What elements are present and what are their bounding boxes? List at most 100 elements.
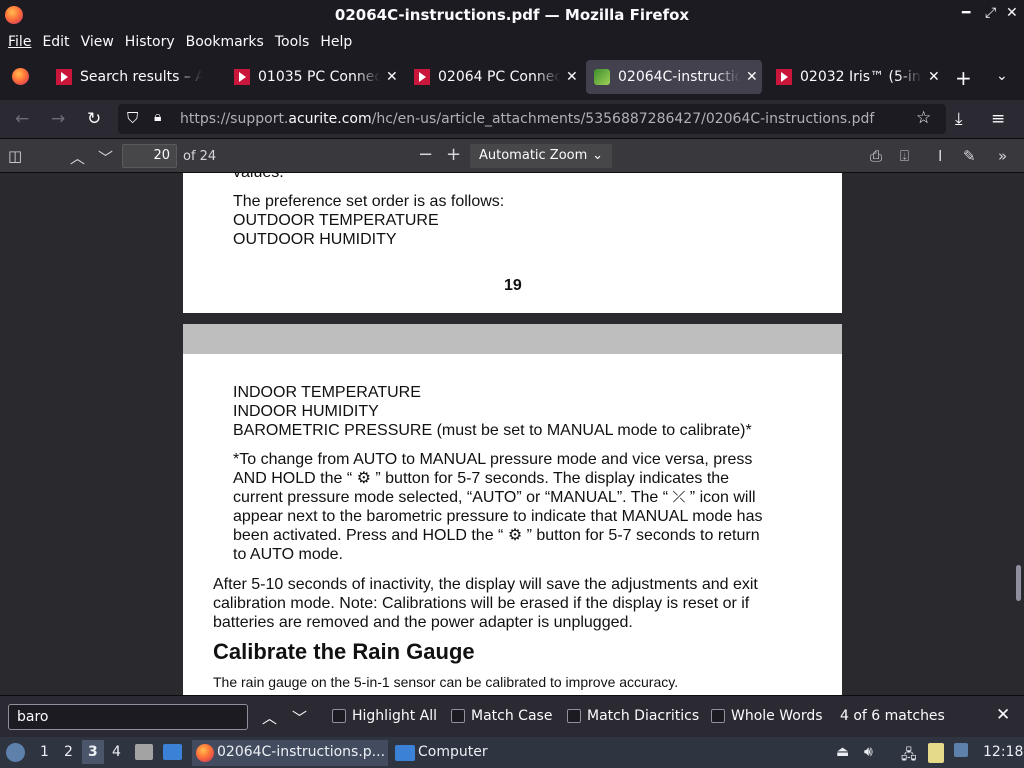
highlight-all-checkbox[interactable]: Highlight All [332, 708, 437, 724]
zoom-in-icon[interactable]: + [446, 144, 461, 165]
close-tab-icon[interactable]: ✕ [386, 69, 398, 85]
find-result-count: 4 of 6 matches [840, 708, 945, 724]
tab-02064c-instructions[interactable]: 02064C-instruction ✕ [586, 60, 762, 94]
workspace-2[interactable]: 2 [64, 744, 73, 760]
title-bar: 02064C-instructions.pdf — Mozilla Firefo… [0, 0, 1024, 30]
page-text: values. [233, 173, 284, 182]
previous-page-icon[interactable]: ︿ [70, 147, 85, 168]
back-icon[interactable]: ← [15, 109, 29, 129]
page-text: OUTDOOR HUMIDITY [233, 231, 397, 248]
tracking-shield-icon[interactable]: ⛉ [127, 109, 138, 127]
start-menu-icon[interactable] [6, 743, 25, 762]
volume-icon[interactable]: 🔊︎ [864, 744, 873, 760]
window-title: 02064C-instructions.pdf — Mozilla Firefo… [334, 6, 690, 24]
page-text: *To change from AUTO to MANUAL pressure … [233, 451, 753, 468]
new-tab-icon[interactable]: + [955, 66, 972, 90]
bookmark-star-icon[interactable]: ☆ [916, 108, 931, 128]
pdf-toolbar: ◫ ︿ ﹀ 20 of 24 − + Automatic Zoom ⌄ ⎙ ⍗ … [0, 138, 1024, 173]
page-text: been activated. Press and HOLD the “ ⚙ ”… [233, 527, 760, 544]
menu-history[interactable]: History [125, 34, 175, 50]
list-tabs-icon[interactable]: ⌄ [996, 68, 1008, 84]
menu-edit[interactable]: Edit [42, 34, 69, 50]
url-text[interactable]: https://support.acurite.com/hc/en-us/art… [180, 111, 874, 127]
close-tab-icon[interactable]: ✕ [928, 69, 940, 85]
page-number-label: 19 [504, 277, 522, 294]
match-diacritics-checkbox[interactable]: Match Diacritics [567, 708, 699, 724]
pdf-page-20: INDOOR TEMPERATURE INDOOR HUMIDITY BAROM… [183, 324, 842, 695]
taskbar-computer-window[interactable]: Computer [393, 740, 503, 766]
match-case-checkbox[interactable]: Match Case [451, 708, 552, 724]
update-icon[interactable] [954, 743, 968, 757]
menu-bar: File Edit View History Bookmarks Tools H… [0, 30, 1024, 54]
restore-icon[interactable]: ⤢ [985, 5, 996, 21]
workspace-1[interactable]: 1 [40, 744, 49, 760]
clipboard-icon[interactable] [928, 743, 944, 763]
close-window-icon[interactable]: ✕ [1006, 5, 1018, 21]
text-cursor-icon[interactable]: I [938, 147, 942, 165]
firefox-icon [196, 744, 214, 762]
tools-overflow-icon[interactable]: » [998, 147, 1007, 165]
address-bar[interactable]: ⛉ 🔒︎ https://support.acurite.com/hc/en-u… [118, 104, 946, 134]
network-icon[interactable]: 🖧 [901, 744, 917, 768]
menu-bookmarks[interactable]: Bookmarks [186, 34, 264, 50]
eject-icon[interactable]: ⏏ [836, 744, 849, 760]
page-text: After 5-10 seconds of inactivity, the di… [213, 576, 758, 593]
checkbox[interactable] [567, 709, 581, 723]
menu-view[interactable]: View [81, 34, 114, 50]
clock: 12:18 [983, 744, 1024, 760]
menu-file[interactable]: File [8, 34, 31, 50]
navigation-bar: ← → ↻ ⛉ 🔒︎ https://support.acurite.com/h… [0, 100, 1024, 138]
find-next-icon[interactable]: ﹀ [292, 707, 307, 728]
tab-01035[interactable]: 01035 PC Connect ✕ [226, 60, 402, 94]
page-text: The rain gauge on the 5-in-1 sensor can … [213, 674, 679, 690]
leaf-icon [594, 69, 610, 85]
page-header-band [183, 324, 842, 354]
page-number-input[interactable]: 20 [122, 144, 177, 168]
computer-icon [395, 745, 415, 761]
zoom-select[interactable]: Automatic Zoom ⌄ [470, 144, 612, 168]
menu-help[interactable]: Help [320, 34, 352, 50]
close-tab-icon[interactable]: ✕ [566, 69, 578, 85]
workspace-3[interactable]: 3 [82, 740, 104, 764]
desktop-icon[interactable] [163, 744, 182, 760]
page-text: appear next to the barometric pressure t… [233, 508, 763, 525]
checkbox[interactable] [711, 709, 725, 723]
page-text: OUTDOOR TEMPERATURE [233, 212, 439, 229]
downloads-icon[interactable]: ⤓ [955, 109, 963, 129]
scrollbar-thumb[interactable] [1016, 565, 1021, 601]
workspace-4[interactable]: 4 [112, 744, 121, 760]
tab-02064[interactable]: 02064 PC Connect ✕ [406, 60, 582, 94]
draw-icon[interactable]: ✎ [963, 147, 976, 165]
minimize-icon[interactable]: ━ [962, 5, 970, 21]
files-icon[interactable] [135, 744, 153, 760]
tab-search-results[interactable]: Search results – Ac [48, 60, 224, 94]
pdf-viewer[interactable]: values. The preference set order is as f… [0, 173, 1024, 695]
checkbox[interactable] [332, 709, 346, 723]
close-find-bar-icon[interactable]: ✕ [996, 705, 1010, 725]
reload-icon[interactable]: ↻ [87, 109, 101, 129]
sidebar-toggle-icon[interactable]: ◫ [8, 147, 22, 165]
lock-icon[interactable]: 🔒︎ [154, 109, 161, 125]
close-tab-icon[interactable]: ✕ [746, 69, 758, 85]
tab-02032-iris[interactable]: 02032 Iris™ (5-in- ✕ [768, 60, 944, 94]
page-text: calibration mode. Note: Calibrations wil… [213, 595, 750, 612]
firefox-view-icon[interactable] [12, 68, 29, 85]
save-icon[interactable]: ⍗ [900, 147, 909, 165]
print-icon[interactable]: ⎙ [870, 147, 882, 165]
page-text: The preference set order is as follows: [233, 193, 505, 210]
checkbox[interactable] [451, 709, 465, 723]
find-previous-icon[interactable]: ︿ [262, 707, 277, 728]
menu-tools[interactable]: Tools [275, 34, 310, 50]
taskbar-firefox-window[interactable]: 02064C-instructions.p... [192, 740, 388, 766]
page-text: BAROMETRIC PRESSURE (must be set to MANU… [233, 422, 752, 439]
app-menu-icon[interactable]: ≡ [991, 109, 1005, 129]
acurite-icon [56, 69, 72, 85]
whole-words-checkbox[interactable]: Whole Words [711, 708, 823, 724]
page-text: AND HOLD the “ ⚙ ” button for 5-7 second… [233, 470, 730, 487]
page-count: of 24 [183, 149, 217, 164]
find-input[interactable]: baro [8, 704, 248, 730]
zoom-out-icon[interactable]: − [418, 144, 433, 165]
acurite-icon [234, 69, 250, 85]
next-page-icon[interactable]: ﹀ [98, 147, 113, 168]
forward-icon[interactable]: → [51, 109, 65, 129]
